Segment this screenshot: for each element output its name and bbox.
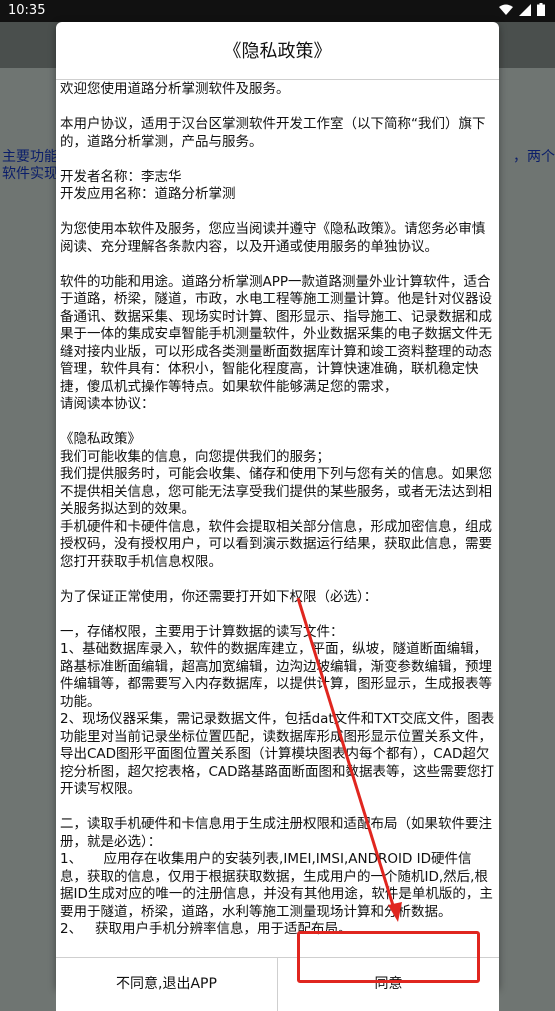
battery-icon: [537, 3, 545, 16]
background-line: 软件实现: [2, 166, 58, 182]
background-line: ，两个: [513, 149, 555, 165]
title-divider: [56, 79, 499, 80]
background-text-right: ，两个: [513, 149, 555, 166]
wifi-icon: [499, 4, 513, 15]
privacy-policy-dialog: 《隐私政策》 欢迎您使用道路分析掌测软件及服务。 本用户协议，适用于汉台区掌测软…: [56, 22, 499, 1011]
background-text-left: 主要功能 软件实现: [2, 149, 58, 183]
policy-content-scroll[interactable]: 欢迎您使用道路分析掌测软件及服务。 本用户协议，适用于汉台区掌测软件开发工作室（…: [56, 81, 499, 957]
background-line: 主要功能: [2, 149, 58, 165]
signal-icon: [519, 3, 531, 16]
status-time: 10:35: [8, 3, 46, 18]
accept-highlight-box: [297, 931, 480, 983]
status-bar: 10:35: [0, 0, 555, 22]
dialog-title: 《隐私政策》: [223, 41, 332, 62]
status-icons: [499, 3, 545, 16]
decline-exit-button[interactable]: 不同意,退出APP: [56, 958, 278, 1011]
policy-text: 欢迎您使用道路分析掌测软件及服务。 本用户协议，适用于汉台区掌测软件开发工作室（…: [60, 81, 495, 937]
